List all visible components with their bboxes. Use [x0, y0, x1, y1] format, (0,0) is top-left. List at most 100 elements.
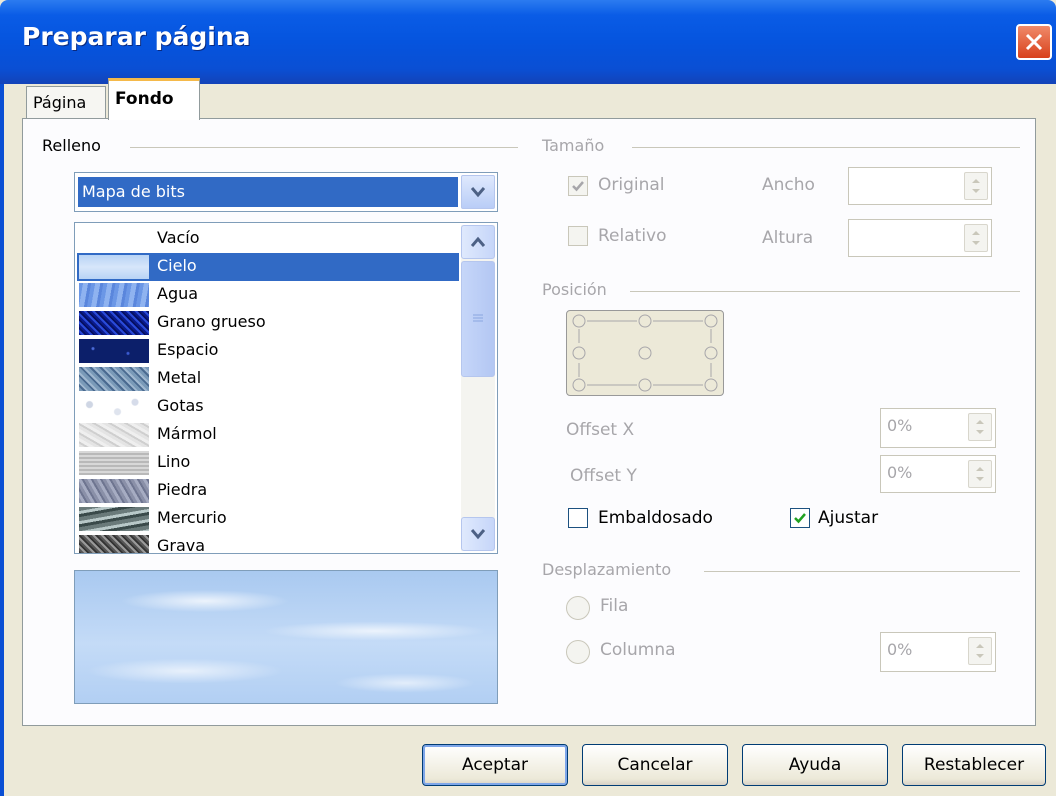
size-group-label: Tamaño [542, 136, 605, 155]
list-item-label: Lino [157, 452, 191, 471]
chevron-up-icon [471, 236, 485, 247]
displacement-group-line [704, 571, 1020, 572]
scroll-down-button[interactable] [461, 517, 495, 551]
list-item-label: Metal [157, 368, 202, 387]
bitmap-swatch [79, 283, 149, 307]
list-item-label: Mercurio [157, 508, 227, 527]
fill-group-label: Relleno [42, 136, 101, 155]
row-label: Fila [600, 596, 629, 616]
tab-label: Fondo [115, 89, 174, 109]
tile-label: Embaldosado [598, 508, 713, 528]
list-item-label: Gotas [157, 396, 204, 415]
offset-x-field[interactable]: 0% [880, 408, 996, 448]
help-button[interactable]: Ayuda [742, 744, 888, 786]
spin-arrows-icon [976, 644, 984, 658]
checkmark-icon [794, 513, 806, 524]
list-item[interactable]: Piedra [77, 477, 459, 505]
scroll-thumb[interactable] [461, 261, 495, 377]
bitmap-swatch [79, 395, 149, 419]
grip-icon [473, 314, 483, 322]
chevron-down-icon [471, 529, 485, 540]
width-field[interactable] [848, 167, 992, 205]
list-item[interactable]: Mercurio [77, 505, 459, 533]
bitmap-swatch [79, 255, 149, 279]
width-label: Ancho [762, 175, 815, 195]
list-item-label: Cielo [157, 256, 197, 275]
close-button[interactable] [1016, 24, 1052, 60]
fill-type-value: Mapa de bits [77, 176, 459, 208]
list-item-label: Mármol [157, 424, 217, 443]
list-item[interactable]: Vacío [77, 225, 459, 253]
displacement-group-label: Desplazamiento [542, 560, 672, 579]
window-frame [0, 84, 4, 796]
relative-checkbox[interactable] [568, 226, 588, 246]
list-item[interactable]: Cielo [77, 253, 459, 281]
displacement-field[interactable]: 0% [880, 632, 996, 672]
relative-label: Relativo [598, 226, 667, 246]
ok-button[interactable]: Aceptar [422, 744, 568, 786]
offset-y-field[interactable]: 0% [880, 455, 996, 493]
list-item-label: Vacío [157, 228, 200, 247]
column-label: Columna [600, 640, 676, 660]
offset-x-spinner[interactable] [968, 413, 992, 441]
offset-y-spinner[interactable] [968, 460, 992, 488]
list-item-label: Grano grueso [157, 312, 266, 331]
tile-checkbox[interactable] [568, 508, 588, 528]
list-item[interactable]: Lino [77, 449, 459, 477]
cancel-button[interactable]: Cancelar [582, 744, 728, 786]
spin-arrows-icon [976, 420, 984, 434]
fill-group-line [130, 147, 518, 148]
list-item[interactable]: Metal [77, 365, 459, 393]
size-group-line [632, 147, 1020, 148]
title-bar: Preparar página [0, 0, 1056, 84]
bitmap-swatch [79, 479, 149, 503]
bitmap-preview [74, 570, 498, 704]
position-group-label: Posición [542, 280, 607, 299]
displacement-value: 0% [887, 640, 913, 659]
original-label: Original [598, 175, 665, 195]
bitmap-list[interactable]: Vacío Cielo Agua Grano grueso Espacio Metal Go… [74, 222, 498, 554]
spin-arrows-icon [972, 231, 980, 245]
close-icon [1025, 33, 1043, 51]
list-item-label: Grava [157, 536, 206, 554]
list-item-label: Piedra [157, 480, 208, 499]
list-item[interactable]: Espacio [77, 337, 459, 365]
offset-y-value: 0% [887, 463, 913, 482]
list-item[interactable]: Gotas [77, 393, 459, 421]
list-item[interactable]: Grava [77, 533, 459, 554]
list-item-label: Espacio [157, 340, 219, 359]
scroll-up-button[interactable] [461, 225, 495, 259]
tab-label: Página [33, 93, 87, 112]
fill-type-select[interactable]: Mapa de bits [74, 172, 498, 212]
spin-arrows-icon [976, 467, 984, 481]
offset-y-label: Offset Y [570, 466, 637, 486]
bitmap-swatch [79, 423, 149, 447]
fit-checkbox[interactable] [790, 508, 810, 528]
offset-x-label: Offset X [566, 420, 635, 440]
bitmap-swatch [79, 451, 149, 475]
displacement-spinner[interactable] [968, 637, 992, 665]
list-item[interactable]: Grano grueso [77, 309, 459, 337]
list-item-label: Agua [157, 284, 199, 303]
reset-button[interactable]: Restablecer [902, 744, 1046, 786]
bitmap-swatch [79, 227, 149, 251]
bitmap-swatch [79, 535, 149, 553]
tab-fondo[interactable]: Fondo [108, 78, 200, 120]
row-radio[interactable] [566, 596, 590, 620]
list-item[interactable]: Agua [77, 281, 459, 309]
height-label: Altura [762, 228, 814, 248]
list-scrollbar[interactable] [461, 225, 495, 551]
fit-label: Ajustar [818, 508, 879, 528]
original-checkbox[interactable] [568, 176, 588, 196]
list-item[interactable]: Mármol [77, 421, 459, 449]
tab-pagina[interactable]: Página [26, 86, 106, 118]
position-selector[interactable] [566, 310, 724, 396]
spin-arrows-icon [972, 179, 980, 193]
column-radio[interactable] [566, 640, 590, 664]
width-spinner[interactable] [964, 172, 988, 200]
position-group-line [630, 291, 1020, 292]
height-field[interactable] [848, 219, 992, 257]
height-spinner[interactable] [964, 224, 988, 252]
bitmap-swatch [79, 367, 149, 391]
dropdown-button[interactable] [461, 175, 495, 209]
